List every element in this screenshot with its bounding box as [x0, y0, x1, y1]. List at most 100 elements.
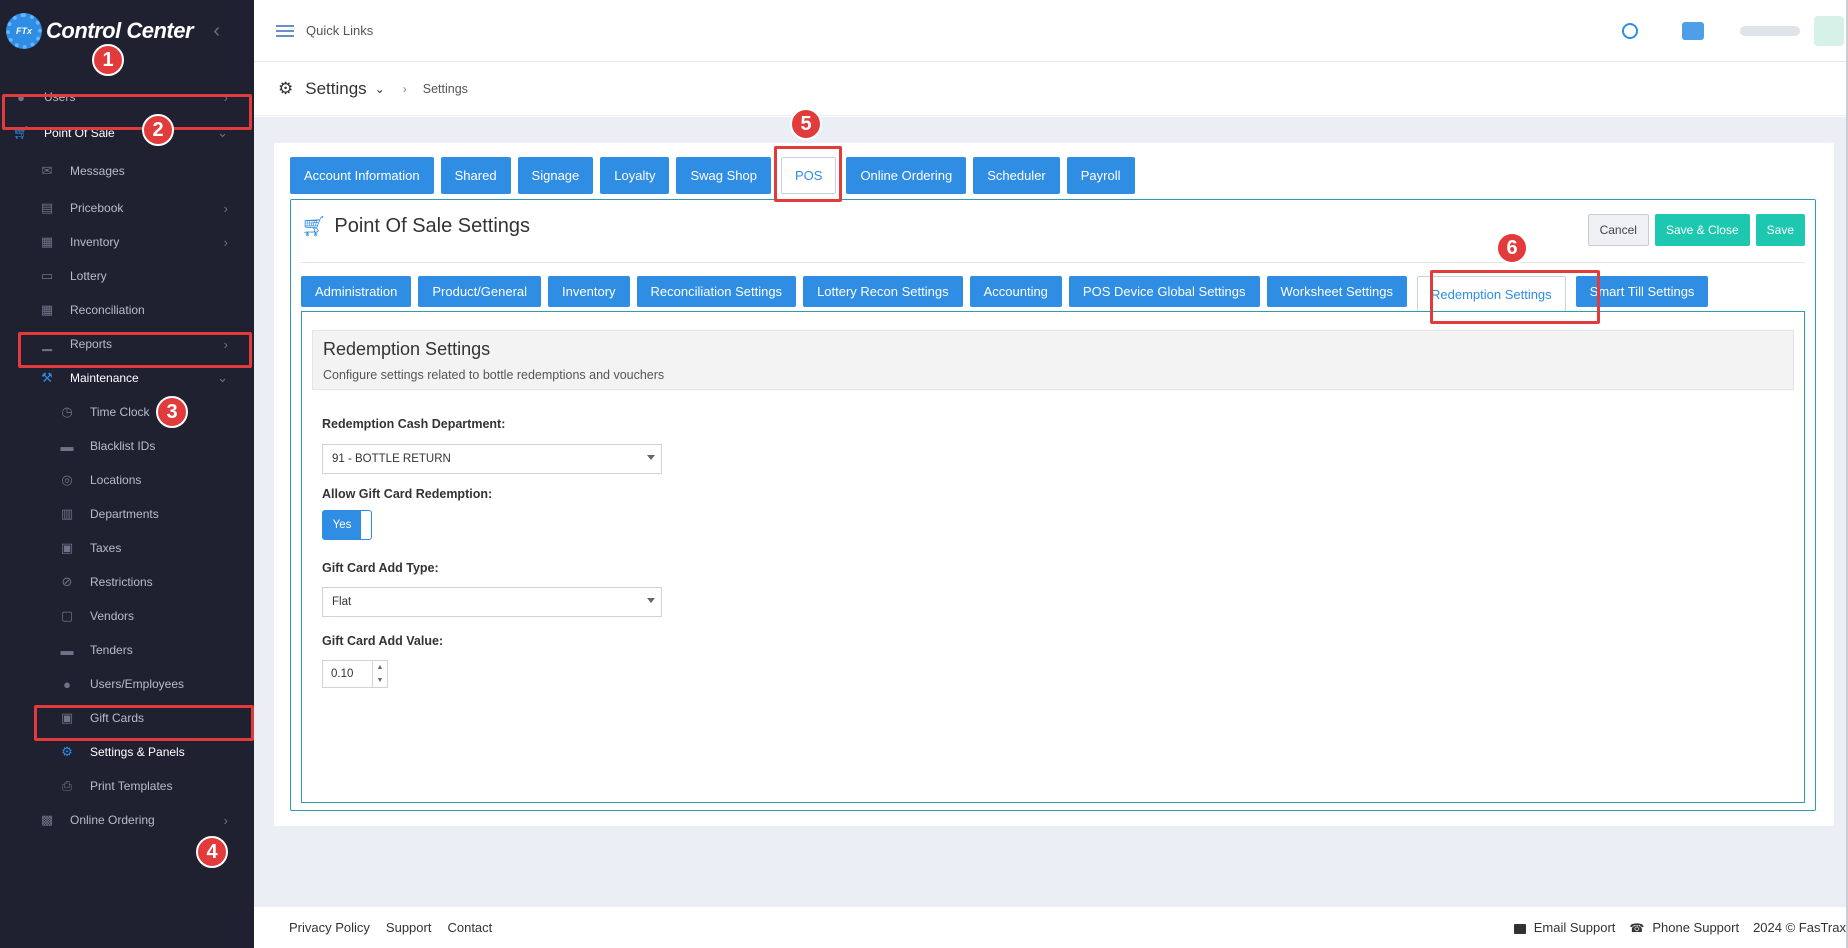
sidebar-item-lottery[interactable]: ▭ Lottery	[0, 259, 254, 293]
tab-swag-shop[interactable]: Swag Shop	[676, 157, 771, 194]
sidebar-item-inventory[interactable]: ▦ Inventory ›	[0, 225, 254, 259]
card-icon: ▬	[60, 438, 74, 454]
gift-card-redemption-toggle[interactable]: Yes	[322, 510, 372, 540]
tab-inventory[interactable]: Inventory	[548, 276, 630, 307]
cash-department-label: Redemption Cash Department:	[322, 417, 506, 431]
dropdown-arrow-icon	[647, 455, 655, 460]
topbar-actions	[1622, 0, 1848, 62]
gift-card-add-value[interactable]: 0.10	[323, 668, 373, 680]
sidebar-item-reconciliation[interactable]: ▦ Reconciliation	[0, 293, 254, 327]
pin-icon: ◎	[61, 472, 73, 487]
tab-worksheet-settings[interactable]: Worksheet Settings	[1266, 276, 1407, 307]
grid-icon: ▦	[40, 302, 54, 317]
sidebar-item-print-templates[interactable]: ⎙ Print Templates	[0, 769, 254, 803]
annotation-badge-4: 4	[196, 836, 228, 868]
gift-card-add-value-label: Gift Card Add Value:	[322, 634, 444, 648]
gift-card-add-type-select[interactable]: Flat	[322, 587, 662, 617]
menu-icon[interactable]	[276, 24, 294, 37]
email-support-link[interactable]: Email Support	[1513, 920, 1616, 935]
arrow-up-icon[interactable]: ▲	[377, 664, 384, 671]
logo[interactable]: FTx Control Center ‹	[0, 0, 254, 62]
annotation-badge-5: 5	[790, 108, 822, 140]
sidebar-item-taxes[interactable]: ▣ Taxes	[0, 531, 254, 565]
tab-accounting[interactable]: Accounting	[969, 276, 1062, 307]
sidebar-item-blacklist-ids[interactable]: ▬ Blacklist IDs	[0, 429, 254, 463]
tab-reconciliation-settings[interactable]: Reconciliation Settings	[636, 276, 797, 307]
sidebar-item-vendors[interactable]: ▢ Vendors	[0, 599, 254, 633]
gear-icon: ⚙	[278, 78, 294, 98]
tab-product-general[interactable]: Product/General	[418, 276, 542, 307]
redemption-title: Redemption Settings	[323, 339, 491, 359]
redemption-settings-panel: Redemption Settings Configure settings r…	[301, 311, 1805, 803]
avatar[interactable]	[1814, 16, 1844, 46]
annotation-badge-3: 3	[156, 396, 188, 428]
book-icon: ▤	[40, 200, 54, 215]
footer: Privacy Policy Support Contact Email Sup…	[254, 907, 1848, 948]
sidebar-item-online-ordering[interactable]: ▩ Online Ordering ›	[0, 803, 254, 837]
gift-card-add-value-stepper[interactable]: 0.10 ▲ ▼	[322, 660, 388, 688]
tab-signage[interactable]: Signage	[517, 157, 594, 194]
phone-support-label: Phone Support	[1652, 919, 1740, 935]
sidebar-item-label: Vendors	[90, 609, 135, 623]
sidebar-item-label: Print Templates	[90, 779, 173, 793]
highlight-redemption-tab	[1430, 270, 1600, 324]
tab-administration[interactable]: Administration	[301, 276, 412, 307]
sidebar-item-locations[interactable]: ◎ Locations	[0, 463, 254, 497]
contact-link[interactable]: Contact	[447, 920, 492, 935]
tab-account-information[interactable]: Account Information	[290, 157, 434, 194]
sidebar-item-tenders[interactable]: ▬ Tenders	[0, 633, 254, 667]
sidebar-item-label: Locations	[90, 473, 142, 487]
cart-icon: 🛒︎	[301, 216, 327, 238]
bag-icon: ▩	[40, 812, 54, 827]
sidebar-item-label: Maintenance	[70, 371, 139, 385]
stepper-arrows[interactable]: ▲ ▼	[372, 661, 387, 687]
settings-panel: Account Information Shared Signage Loyal…	[274, 143, 1834, 826]
tab-scheduler[interactable]: Scheduler	[973, 157, 1060, 194]
logo-gear-icon: FTx	[6, 13, 42, 49]
copyright: 2024 © FasTrax	[1753, 920, 1846, 935]
sidebar-item-label: Pricebook	[70, 201, 124, 215]
sidebar-item-messages[interactable]: ✉ Messages	[0, 151, 254, 191]
search-icon[interactable]	[1622, 23, 1638, 39]
tab-online-ordering[interactable]: Online Ordering	[846, 157, 967, 194]
sidebar-item-time-clock[interactable]: ◷ Time Clock	[0, 395, 254, 429]
sidebar-item-label: Users/Employees	[90, 677, 185, 691]
sidebar-item-label: Time Clock	[90, 405, 150, 419]
quick-links[interactable]: Quick Links	[306, 23, 373, 38]
save-button[interactable]: Save	[1755, 214, 1805, 246]
save-close-button[interactable]: Save & Close	[1654, 214, 1750, 246]
email-support-label: Email Support	[1533, 920, 1616, 935]
tab-lottery-recon-settings[interactable]: Lottery Recon Settings	[803, 276, 963, 307]
ticket-icon: ▭	[40, 268, 54, 283]
highlight-pos-tab	[774, 146, 842, 202]
breadcrumb-current: Settings	[422, 81, 468, 96]
sidebar-item-label: Blacklist IDs	[90, 439, 156, 453]
action-buttons: Cancel Save & Close Save	[1587, 214, 1805, 246]
arrow-down-icon[interactable]: ▼	[377, 677, 384, 684]
redemption-description: Configure settings related to bottle red…	[323, 368, 665, 382]
privacy-policy-link[interactable]: Privacy Policy	[289, 920, 370, 935]
collapse-sidebar-icon[interactable]: ‹	[213, 20, 220, 43]
user-name[interactable]	[1740, 26, 1800, 36]
chat-icon[interactable]	[1682, 22, 1704, 40]
sidebar-item-label: Lottery	[70, 269, 107, 283]
tab-pos-device-global-settings[interactable]: POS Device Global Settings	[1068, 276, 1260, 307]
app-title: Control Center	[46, 18, 194, 43]
sidebar-item-users-employees[interactable]: ● Users/Employees	[0, 667, 254, 701]
sidebar-item-restrictions[interactable]: ⊘ Restrictions	[0, 565, 254, 599]
sidebar: FTx Control Center ‹ ● Users › 🛒︎ Point …	[0, 0, 254, 948]
tab-payroll[interactable]: Payroll	[1066, 157, 1135, 194]
sidebar-item-departments[interactable]: ▥ Departments	[0, 497, 254, 531]
divider	[301, 262, 1805, 263]
page-title[interactable]: Settings	[305, 79, 366, 99]
phone-support-link[interactable]: ☎ Phone Support	[1629, 920, 1739, 936]
tab-shared[interactable]: Shared	[440, 157, 511, 194]
chevron-down-icon[interactable]: ⌄	[375, 82, 385, 96]
cash-department-select[interactable]: 91 - BOTTLE RETURN	[322, 444, 662, 474]
breadcrumb: ⚙ Settings ⌄ › Settings	[254, 62, 1848, 116]
tab-loyalty[interactable]: Loyalty	[600, 157, 670, 194]
printer-icon: ⎙	[61, 778, 73, 793]
support-link[interactable]: Support	[386, 920, 432, 935]
cancel-button[interactable]: Cancel	[1587, 214, 1649, 246]
sidebar-item-pricebook[interactable]: ▤ Pricebook ›	[0, 191, 254, 225]
